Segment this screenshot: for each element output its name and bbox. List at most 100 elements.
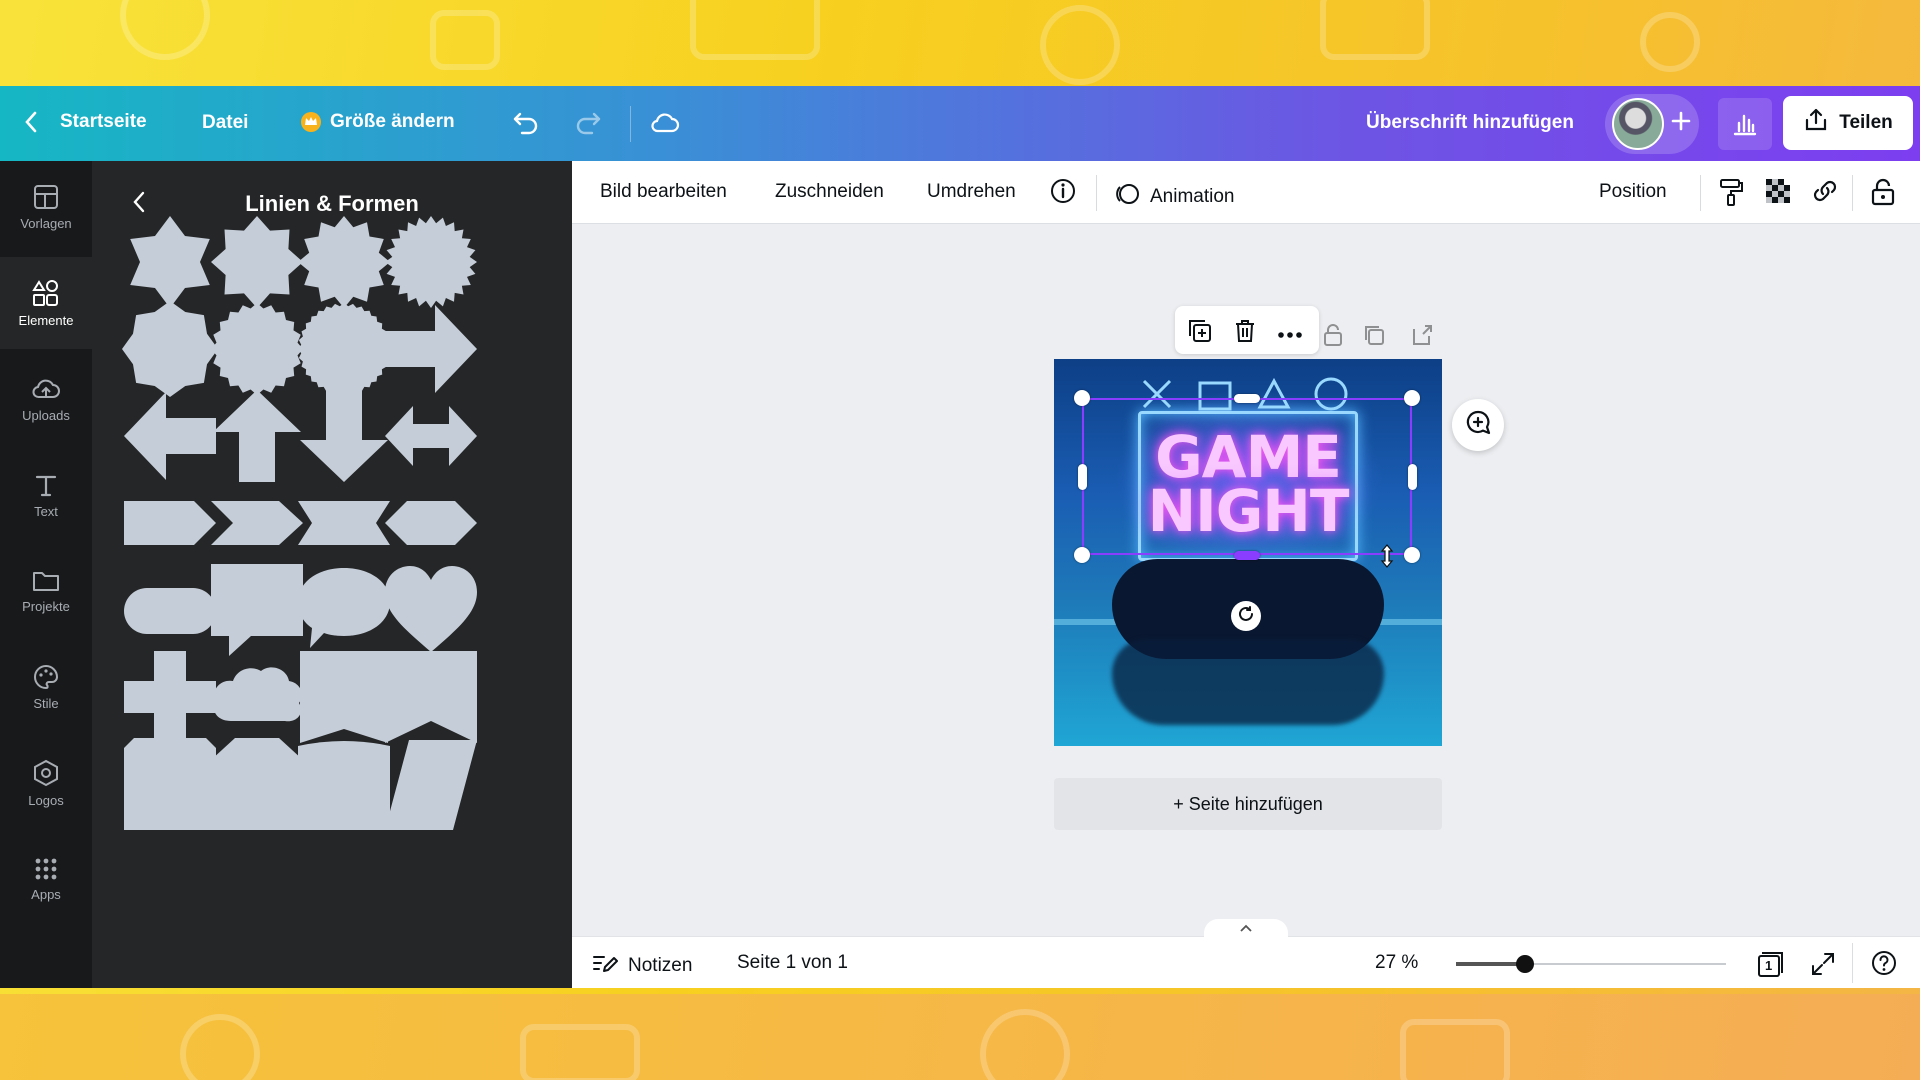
undo-icon [512, 110, 540, 136]
avatar[interactable] [1612, 98, 1664, 150]
plus-icon [1670, 110, 1692, 132]
star-24-shape[interactable] [383, 214, 479, 310]
home-link[interactable]: Startseite [24, 111, 147, 133]
share-label: Teilen [1839, 112, 1893, 133]
banner-tab-shape[interactable] [296, 649, 392, 745]
context-toolbar: Bild bearbeiten Zuschneiden Umdrehen Ani… [572, 161, 1920, 224]
lock-icon [1322, 324, 1344, 351]
arrow-left-shape[interactable] [122, 388, 218, 484]
redo-button[interactable] [574, 110, 602, 136]
crop-label: Zuschneiden [775, 181, 884, 202]
resize-handle-right[interactable] [1408, 464, 1417, 490]
resize-button[interactable]: Größe ändern [300, 111, 455, 133]
ribbon-shape[interactable] [296, 475, 392, 571]
flip-button[interactable]: Umdrehen [927, 181, 1016, 203]
pill-shape[interactable] [122, 562, 218, 658]
rounded-square-shape[interactable] [122, 736, 218, 832]
seal-20-shape[interactable] [209, 301, 305, 397]
delete-element-button[interactable] [1233, 318, 1257, 349]
animation-button[interactable]: Animation [1114, 181, 1235, 213]
add-page-icon [1410, 325, 1434, 351]
star-8-shape[interactable] [209, 214, 305, 310]
page-count-badge: 1 [1765, 958, 1773, 973]
transparency-button[interactable] [1764, 177, 1792, 210]
resize-handle-left[interactable] [1078, 464, 1087, 490]
add-collaborator-button[interactable] [1670, 110, 1692, 132]
fullscreen-button[interactable] [1810, 951, 1836, 982]
heart-shape[interactable] [383, 562, 479, 658]
info-button[interactable] [1049, 177, 1077, 210]
zoom-level[interactable]: 27 % [1375, 952, 1418, 974]
add-comment-button[interactable] [1452, 399, 1504, 451]
expand-pages-button[interactable] [1204, 919, 1288, 937]
upload-cloud-icon [31, 376, 61, 402]
paint-roller-icon [1718, 179, 1744, 211]
templates-icon [33, 184, 59, 210]
cloud-save-status[interactable] [650, 111, 680, 135]
duplicate-element-button[interactable] [1187, 318, 1213, 349]
resize-handle-top[interactable] [1234, 394, 1260, 403]
arrow-double-shape[interactable] [383, 388, 479, 484]
arrow-down-shape[interactable] [296, 388, 392, 484]
bookmark-shape[interactable] [383, 649, 479, 745]
resize-handle-top-left[interactable] [1074, 390, 1090, 406]
add-page-button[interactable]: + Seite hinzufügen [1054, 778, 1442, 830]
zoom-slider-knob[interactable] [1515, 955, 1534, 973]
rail-item-styles[interactable]: Stile [0, 641, 92, 733]
star-6-shape[interactable] [122, 214, 218, 310]
help-button[interactable] [1870, 949, 1898, 982]
undo-button[interactable] [512, 110, 540, 136]
rail-item-projects[interactable]: Projekte [0, 545, 92, 637]
star-12-shape[interactable] [296, 214, 392, 310]
pentagon-arrow-shape[interactable] [122, 475, 218, 571]
file-label: Datei [202, 112, 249, 133]
bottom-divider [1852, 943, 1853, 983]
elements-icon [32, 279, 60, 307]
more-options-button[interactable] [1277, 326, 1303, 344]
star-8-blunt-shape[interactable] [122, 301, 218, 397]
rotate-handle[interactable] [1231, 601, 1261, 631]
rail-item-apps[interactable]: Apps [0, 833, 92, 925]
duplicate-icon [1362, 326, 1386, 351]
duplicate-page-button[interactable] [1362, 323, 1386, 352]
lock-page-button[interactable] [1322, 323, 1344, 352]
rail-item-uploads[interactable]: Uploads [0, 353, 92, 445]
lock-button[interactable] [1870, 177, 1896, 212]
seal-32-shape[interactable] [296, 301, 392, 397]
resize-handle-top-right[interactable] [1404, 390, 1420, 406]
cross-shape[interactable] [122, 649, 218, 745]
arrow-right-shape[interactable] [383, 301, 479, 397]
arrow-up-shape[interactable] [209, 388, 305, 484]
speech-box-shape[interactable] [209, 562, 305, 658]
octagon-tall-shape[interactable] [209, 736, 305, 832]
rail-item-logos[interactable]: Logos [0, 737, 92, 829]
rail-item-text[interactable]: Text [0, 449, 92, 541]
crop-button[interactable]: Zuschneiden [775, 181, 884, 203]
parallelogram-shape[interactable] [383, 736, 479, 832]
more-dots-icon [1277, 326, 1303, 343]
insights-button[interactable] [1718, 98, 1772, 150]
page-grid-button[interactable]: 1 [1756, 949, 1786, 984]
speech-bubble-shape[interactable] [296, 562, 392, 658]
resize-handle-bottom-left[interactable] [1074, 547, 1090, 563]
chevron-shape[interactable] [209, 475, 305, 571]
rail-item-elements[interactable]: Elemente [0, 257, 92, 349]
file-menu-button[interactable]: Datei [202, 112, 248, 134]
share-button[interactable]: Teilen [1783, 96, 1913, 150]
link-button[interactable] [1810, 177, 1840, 210]
edit-image-button[interactable]: Bild bearbeiten [600, 181, 727, 203]
add-page-inline-button[interactable] [1410, 323, 1434, 352]
duplicate-plus-icon [1187, 320, 1213, 348]
position-button[interactable]: Position [1599, 181, 1667, 203]
copy-style-button[interactable] [1718, 177, 1744, 212]
hexagon-wide-shape[interactable] [383, 475, 479, 571]
design-title[interactable]: Überschrift hinzufügen [1366, 112, 1574, 134]
notes-button[interactable]: Notizen [592, 952, 692, 980]
resize-handle-bottom[interactable] [1234, 551, 1260, 560]
chevron-left-icon [24, 111, 38, 133]
rail-item-templates[interactable]: Vorlagen [0, 161, 92, 253]
resize-handle-bottom-right[interactable] [1404, 547, 1420, 563]
flip-label: Umdrehen [927, 181, 1016, 202]
cloud-shape[interactable] [209, 649, 305, 745]
wave-flag-shape[interactable] [296, 736, 392, 832]
